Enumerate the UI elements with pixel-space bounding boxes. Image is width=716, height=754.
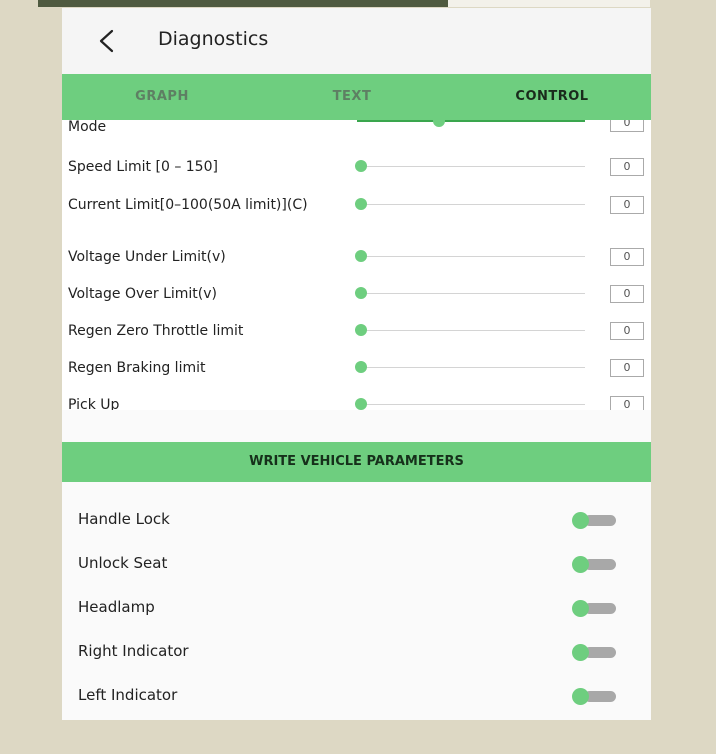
switch-list: Handle Lock Unlock Seat Headlamp Right I… <box>62 482 651 720</box>
switch-label: Unlock Seat <box>78 554 168 572</box>
app-bar: Diagnostics <box>62 8 651 74</box>
value-box[interactable]: 0 <box>610 196 644 214</box>
slider-track[interactable] <box>357 166 585 167</box>
handle-lock-toggle[interactable] <box>572 512 618 529</box>
parameter-list[interactable]: Mode 0 Speed Limit [0 – 150] 0 Current L… <box>62 120 651 410</box>
phone-screen: Diagnostics GRAPH TEXT CONTROL Mode 0 Sp… <box>62 8 651 720</box>
slider-track[interactable] <box>357 204 585 205</box>
tab-bar: GRAPH TEXT CONTROL <box>62 74 651 120</box>
value-box[interactable]: 0 <box>610 248 644 266</box>
write-vehicle-parameters-header: WRITE VEHICLE PARAMETERS <box>62 442 651 482</box>
value-box[interactable]: 0 <box>610 285 644 303</box>
slider-track[interactable] <box>357 404 585 405</box>
right-indicator-toggle[interactable] <box>572 644 618 661</box>
switch-label: Headlamp <box>78 598 155 616</box>
tab-text[interactable]: TEXT <box>307 74 397 120</box>
headlamp-toggle[interactable] <box>572 600 618 617</box>
chevron-left-icon[interactable] <box>95 26 119 56</box>
system-nav-bar <box>62 712 651 720</box>
slider-thumb[interactable] <box>432 120 445 127</box>
value-box[interactable]: 0 <box>610 322 644 340</box>
background-strip <box>448 0 650 7</box>
page-title: Diagnostics <box>158 28 269 50</box>
switch-row-handle-lock: Handle Lock <box>62 498 651 542</box>
parameter-label: Mode <box>68 120 107 135</box>
value-box[interactable]: 0 <box>610 120 644 132</box>
parameter-label: Speed Limit [0 – 150] <box>68 159 218 175</box>
parameter-label: Current Limit[0–100(50A limit)](C) <box>68 197 308 213</box>
switch-row-headlamp: Headlamp <box>62 586 651 630</box>
section-gap <box>62 410 651 442</box>
tab-graph[interactable]: GRAPH <box>107 74 217 120</box>
left-indicator-toggle[interactable] <box>572 688 618 705</box>
slider-thumb[interactable] <box>355 198 367 210</box>
switch-label: Handle Lock <box>78 510 170 528</box>
slider-thumb[interactable] <box>355 160 367 172</box>
slider-track[interactable] <box>357 367 585 368</box>
slider-thumb[interactable] <box>355 250 367 262</box>
switch-label: Left Indicator <box>78 686 178 704</box>
unlock-seat-toggle[interactable] <box>572 556 618 573</box>
switch-label: Right Indicator <box>78 642 189 660</box>
slider-thumb[interactable] <box>355 287 367 299</box>
switch-row-right-indicator: Right Indicator <box>62 630 651 674</box>
slider-thumb[interactable] <box>355 361 367 373</box>
slider-thumb[interactable] <box>355 324 367 336</box>
slider-track[interactable] <box>357 256 585 257</box>
parameter-label: Voltage Over Limit(v) <box>68 286 218 302</box>
slider-track[interactable] <box>357 330 585 331</box>
parameter-label: Pick Up <box>68 397 120 410</box>
switch-row-unlock-seat: Unlock Seat <box>62 542 651 586</box>
background-photo-strip <box>38 0 448 7</box>
value-box[interactable]: 0 <box>610 359 644 377</box>
slider-track[interactable] <box>357 293 585 294</box>
slider-thumb[interactable] <box>355 398 367 410</box>
tab-control[interactable]: CONTROL <box>492 74 612 120</box>
parameter-label: Regen Zero Throttle limit <box>68 323 244 339</box>
parameter-label: Regen Braking limit <box>68 360 206 376</box>
parameter-label: Voltage Under Limit(v) <box>68 249 226 265</box>
slider-track[interactable] <box>357 120 585 122</box>
value-box[interactable]: 0 <box>610 158 644 176</box>
value-box[interactable]: 0 <box>610 396 644 410</box>
